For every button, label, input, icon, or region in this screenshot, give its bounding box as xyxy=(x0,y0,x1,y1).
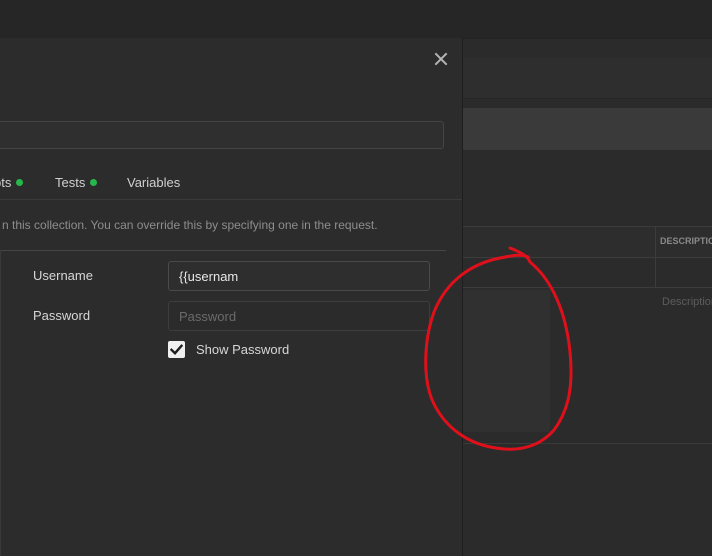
auth-description: n this collection. You can override this… xyxy=(2,218,378,232)
username-input[interactable]: {{usernam xyxy=(168,261,430,291)
params-table: DESCRIPTION Description xyxy=(463,226,712,308)
show-password-label[interactable]: Show Password xyxy=(196,342,289,357)
edit-collection-modal: pts Tests Variables n this collection. Y… xyxy=(0,38,463,556)
tab-pre-request-scripts[interactable]: pts xyxy=(0,175,24,190)
collection-name-input[interactable] xyxy=(0,121,444,149)
tab-variables[interactable]: Variables xyxy=(127,175,180,190)
password-input[interactable]: Password xyxy=(168,301,430,331)
tabs-divider xyxy=(0,199,462,200)
close-icon[interactable] xyxy=(432,50,450,68)
column-divider xyxy=(655,226,656,287)
status-dot-icon xyxy=(90,179,98,186)
column-header-description: DESCRIPTION xyxy=(660,236,712,246)
status-dot-icon xyxy=(16,179,24,186)
tab-label: pts xyxy=(0,175,12,190)
tab-label: Tests xyxy=(55,175,86,190)
divider xyxy=(463,443,712,444)
request-tab-bar xyxy=(463,58,712,99)
background-panel xyxy=(463,290,550,432)
app-topbar xyxy=(0,0,712,39)
tab-tests[interactable]: Tests xyxy=(55,175,98,190)
request-url-bar xyxy=(463,108,712,150)
description-cell[interactable]: Description xyxy=(662,296,712,308)
tab-label: Variables xyxy=(127,175,181,190)
show-password-checkbox[interactable] xyxy=(168,341,185,358)
username-label: Username xyxy=(33,268,93,283)
username-value: {{usernam xyxy=(179,268,239,284)
divider xyxy=(0,250,1,556)
params-table-header: DESCRIPTION xyxy=(463,226,712,258)
divider xyxy=(0,250,446,251)
checkmark-icon xyxy=(170,344,183,355)
password-label: Password xyxy=(33,308,91,323)
table-row[interactable]: Description xyxy=(463,257,712,308)
password-placeholder: Password xyxy=(179,308,237,324)
